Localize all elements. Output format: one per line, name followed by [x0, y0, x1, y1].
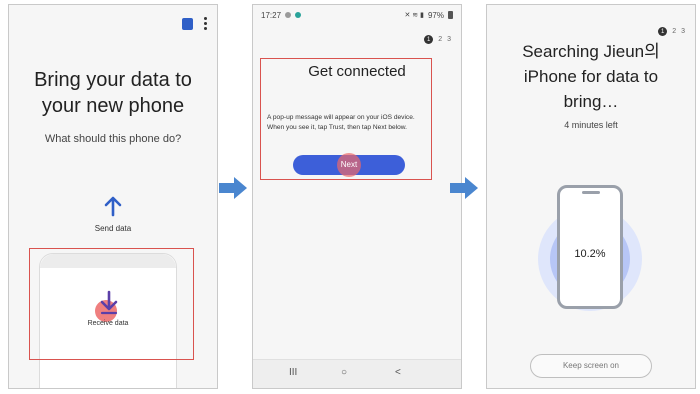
back-icon[interactable]: < — [395, 367, 401, 378]
right-arrow-icon — [450, 177, 478, 199]
home-icon[interactable]: ○ — [341, 367, 347, 378]
keep-screen-on-button[interactable]: Keep screen on — [530, 354, 652, 378]
recents-icon[interactable]: III — [289, 367, 297, 378]
battery-icon — [448, 11, 453, 19]
notification-icon — [285, 12, 292, 18]
page-subtitle: What should this phone do? — [44, 133, 182, 145]
phone-icon: 10.2% — [557, 185, 623, 309]
step-indicator: 1 2 3 — [658, 27, 685, 36]
step-2: 2 — [672, 28, 677, 35]
page-title: Bring your data to your new phone — [34, 69, 192, 117]
screen-bring-data: Bring your data to your new phone What s… — [8, 4, 218, 389]
time-remaining: 4 minutes left — [564, 120, 618, 130]
send-data-option[interactable]: Send data — [9, 195, 217, 233]
signal-icon: ✕ ≋ ▮ — [404, 12, 424, 19]
app-icon — [295, 12, 302, 18]
sim-card-icon[interactable] — [182, 17, 193, 30]
step-3: 3 — [681, 28, 685, 35]
search-progress: 10.2% — [487, 185, 695, 319]
step-2: 2 — [438, 36, 443, 43]
battery-level: 97% — [427, 10, 444, 20]
status-time: 17:27 — [261, 10, 282, 20]
step-1: 1 — [424, 35, 434, 44]
step-indicator: 1 2 3 — [424, 35, 451, 44]
page-title: Searching Jieun의 iPhone for data to brin… — [522, 42, 660, 111]
step-3: 3 — [447, 36, 451, 43]
screen-get-connected: 17:27 ✕ ≋ ▮ 97% 1 2 3 Get connected A po… — [252, 4, 462, 389]
next-button-label: Next — [340, 160, 358, 169]
top-action-icons — [182, 17, 207, 30]
next-button[interactable]: Next — [293, 153, 405, 177]
up-arrow-icon — [104, 196, 122, 217]
progress-percent: 10.2% — [574, 248, 606, 260]
page-title: Get connected — [308, 63, 406, 80]
highlight-box — [29, 248, 194, 360]
navigation-bar: III ○ < — [253, 359, 461, 388]
more-options-icon[interactable] — [203, 17, 207, 30]
instruction-text: A pop-up message will appear on your iOS… — [267, 114, 415, 131]
step-1: 1 — [658, 27, 668, 36]
status-bar: 17:27 ✕ ≋ ▮ 97% — [261, 9, 453, 21]
screen-searching: 1 2 3 Searching Jieun의 iPhone for data t… — [486, 4, 696, 389]
send-data-label: Send data — [94, 224, 132, 233]
right-arrow-icon — [219, 177, 247, 199]
